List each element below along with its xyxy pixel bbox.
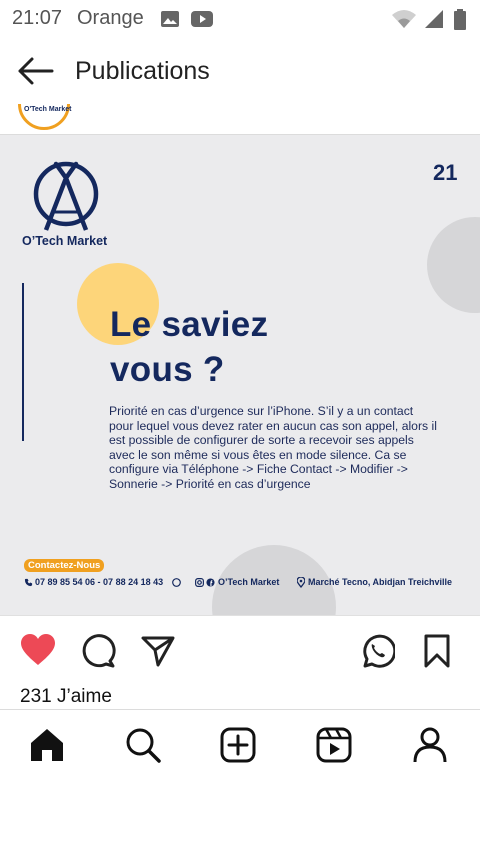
signal-icon (425, 10, 443, 28)
post-headline: Le saviez vous ? (110, 302, 268, 392)
decor-circle-right (427, 217, 480, 313)
youtube-icon (191, 11, 213, 27)
likes-count[interactable]: 231 J’aime (20, 686, 112, 708)
post-actions (0, 616, 480, 684)
heart-filled-icon[interactable] (20, 633, 56, 669)
status-carrier: Orange (77, 7, 144, 29)
arrow-left-icon[interactable] (14, 54, 56, 88)
facebook-icon (206, 578, 215, 587)
wifi-icon (392, 10, 416, 28)
image-icon (161, 11, 179, 27)
otech-logo-icon (33, 161, 99, 231)
reels-icon[interactable] (316, 727, 352, 763)
post-body-text: Priorité en cas d’urgence sur l’iPhone. … (109, 404, 437, 491)
whatsapp-icon[interactable] (359, 633, 395, 669)
brand-name: O’Tech Market (22, 234, 108, 248)
footer-social: O’Tech Market (218, 577, 280, 587)
instagram-icon (195, 578, 204, 587)
avatar-label: O'Tech Market (24, 106, 72, 113)
footer-phones: 07 89 85 54 06 - 07 88 24 18 43 (35, 577, 164, 587)
system-area (0, 782, 480, 854)
battery-icon (454, 9, 466, 30)
app-bar: Publications (0, 38, 480, 104)
whatsapp-small-icon (172, 578, 181, 587)
bottom-nav (0, 710, 480, 782)
location-pin-icon (297, 577, 305, 588)
headline-line-1: Le saviez (110, 305, 269, 344)
home-icon[interactable] (29, 727, 65, 763)
headline-line-2: vous ? (110, 350, 225, 389)
add-post-icon[interactable] (220, 727, 256, 763)
comment-icon[interactable] (80, 633, 116, 669)
status-time: 21:07 (12, 7, 63, 29)
phone-icon (24, 578, 33, 587)
accent-line (22, 283, 24, 441)
page-title: Publications (75, 57, 210, 85)
send-icon[interactable] (140, 633, 176, 669)
post-author-strip: O'Tech Market (0, 104, 480, 134)
footer-address: Marché Tecno, Abidjan Treichville (308, 577, 453, 587)
contact-badge: Contactez-Nous (24, 559, 105, 572)
search-icon[interactable] (125, 727, 161, 763)
profile-icon[interactable] (412, 727, 448, 763)
post-number: 21 (433, 160, 458, 185)
bookmark-icon[interactable] (419, 633, 455, 669)
post-image[interactable]: 21 O’Tech Market Le saviez vous ? Priori… (0, 135, 480, 615)
status-bar: 21:07 Orange (0, 0, 480, 38)
post-footer: 07 89 85 54 06 - 07 88 24 18 43 O’Tech M… (24, 577, 464, 591)
